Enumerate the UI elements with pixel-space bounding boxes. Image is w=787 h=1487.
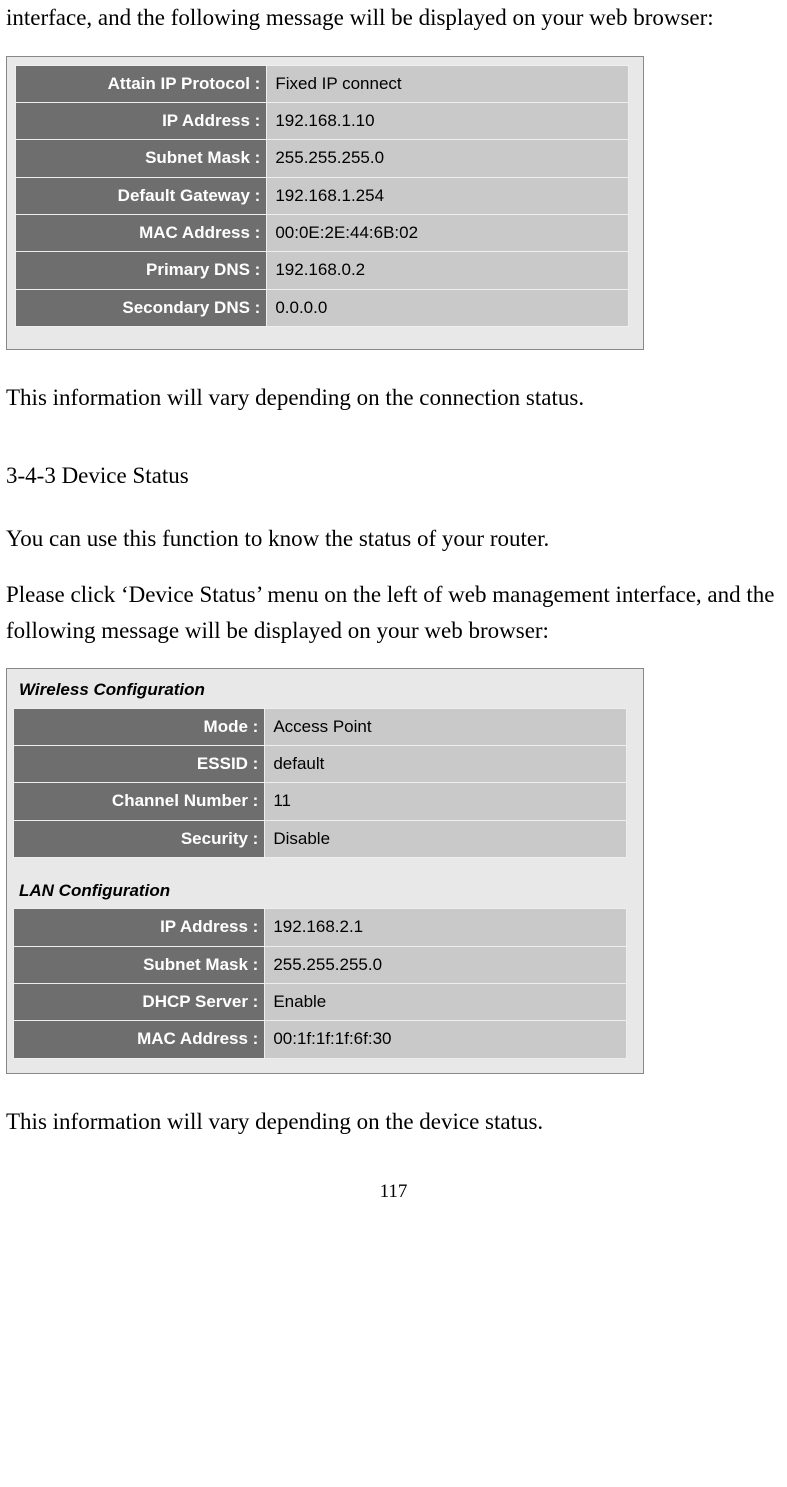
row-value: 192.168.0.2 <box>267 252 629 289</box>
row-value: Disable <box>265 820 627 857</box>
section-heading: 3-4-3 Device Status <box>6 458 781 494</box>
row-value: 11 <box>265 783 627 820</box>
row-value: 00:1f:1f:1f:6f:30 <box>265 1021 627 1058</box>
row-value: Access Point <box>265 708 627 745</box>
row-label: IP Address : <box>14 909 265 946</box>
row-label: Secondary DNS : <box>16 289 267 326</box>
row-label: Default Gateway : <box>16 177 267 214</box>
page-number: 117 <box>6 1177 781 1206</box>
wireless-config-title: Wireless Configuration <box>13 669 627 707</box>
table-row: Subnet Mask : 255.255.255.0 <box>16 140 629 177</box>
ip-status-table: Attain IP Protocol : Fixed IP connect IP… <box>15 65 629 327</box>
row-label: Attain IP Protocol : <box>16 65 267 102</box>
device-status-intro: You can use this function to know the st… <box>6 521 781 557</box>
table-row: MAC Address : 00:1f:1f:1f:6f:30 <box>14 1021 627 1058</box>
row-label: Security : <box>14 820 265 857</box>
table-row: Attain IP Protocol : Fixed IP connect <box>16 65 629 102</box>
table-row: Default Gateway : 192.168.1.254 <box>16 177 629 214</box>
row-label: DHCP Server : <box>14 984 265 1021</box>
lan-config-title: LAN Configuration <box>13 858 627 908</box>
row-value: 192.168.1.254 <box>267 177 629 214</box>
row-label: IP Address : <box>16 102 267 139</box>
device-status-instruction: Please click ‘Device Status’ menu on the… <box>6 577 781 648</box>
row-label: Mode : <box>14 708 265 745</box>
wireless-config-table: Mode : Access Point ESSID : default Chan… <box>13 708 627 858</box>
table-row: Primary DNS : 192.168.0.2 <box>16 252 629 289</box>
table-row: Channel Number : 11 <box>14 783 627 820</box>
table-row: IP Address : 192.168.1.10 <box>16 102 629 139</box>
row-label: Subnet Mask : <box>14 946 265 983</box>
device-status-table-wrap: Wireless Configuration Mode : Access Poi… <box>6 668 644 1073</box>
table-row: Security : Disable <box>14 820 627 857</box>
table-row: IP Address : 192.168.2.1 <box>14 909 627 946</box>
table-row: MAC Address : 00:0E:2E:44:6B:02 <box>16 215 629 252</box>
note-paragraph-1: This information will vary depending on … <box>6 380 781 416</box>
row-value: Enable <box>265 984 627 1021</box>
row-value: Fixed IP connect <box>267 65 629 102</box>
table-row: ESSID : default <box>14 745 627 782</box>
row-value: 00:0E:2E:44:6B:02 <box>267 215 629 252</box>
row-label: Primary DNS : <box>16 252 267 289</box>
row-value: 255.255.255.0 <box>265 946 627 983</box>
row-label: ESSID : <box>14 745 265 782</box>
row-label: MAC Address : <box>14 1021 265 1058</box>
table-row: Secondary DNS : 0.0.0.0 <box>16 289 629 326</box>
table-row: Mode : Access Point <box>14 708 627 745</box>
table-row: DHCP Server : Enable <box>14 984 627 1021</box>
row-value: 0.0.0.0 <box>267 289 629 326</box>
row-value: 192.168.2.1 <box>265 909 627 946</box>
row-value: 192.168.1.10 <box>267 102 629 139</box>
ip-status-table-wrap: Attain IP Protocol : Fixed IP connect IP… <box>6 56 644 350</box>
intro-paragraph-1: interface, and the following message wil… <box>6 0 781 36</box>
row-value: 255.255.255.0 <box>267 140 629 177</box>
note-paragraph-2: This information will vary depending on … <box>6 1104 781 1140</box>
row-value: default <box>265 745 627 782</box>
lan-config-table: IP Address : 192.168.2.1 Subnet Mask : 2… <box>13 908 627 1058</box>
table-row: Subnet Mask : 255.255.255.0 <box>14 946 627 983</box>
row-label: MAC Address : <box>16 215 267 252</box>
row-label: Subnet Mask : <box>16 140 267 177</box>
row-label: Channel Number : <box>14 783 265 820</box>
